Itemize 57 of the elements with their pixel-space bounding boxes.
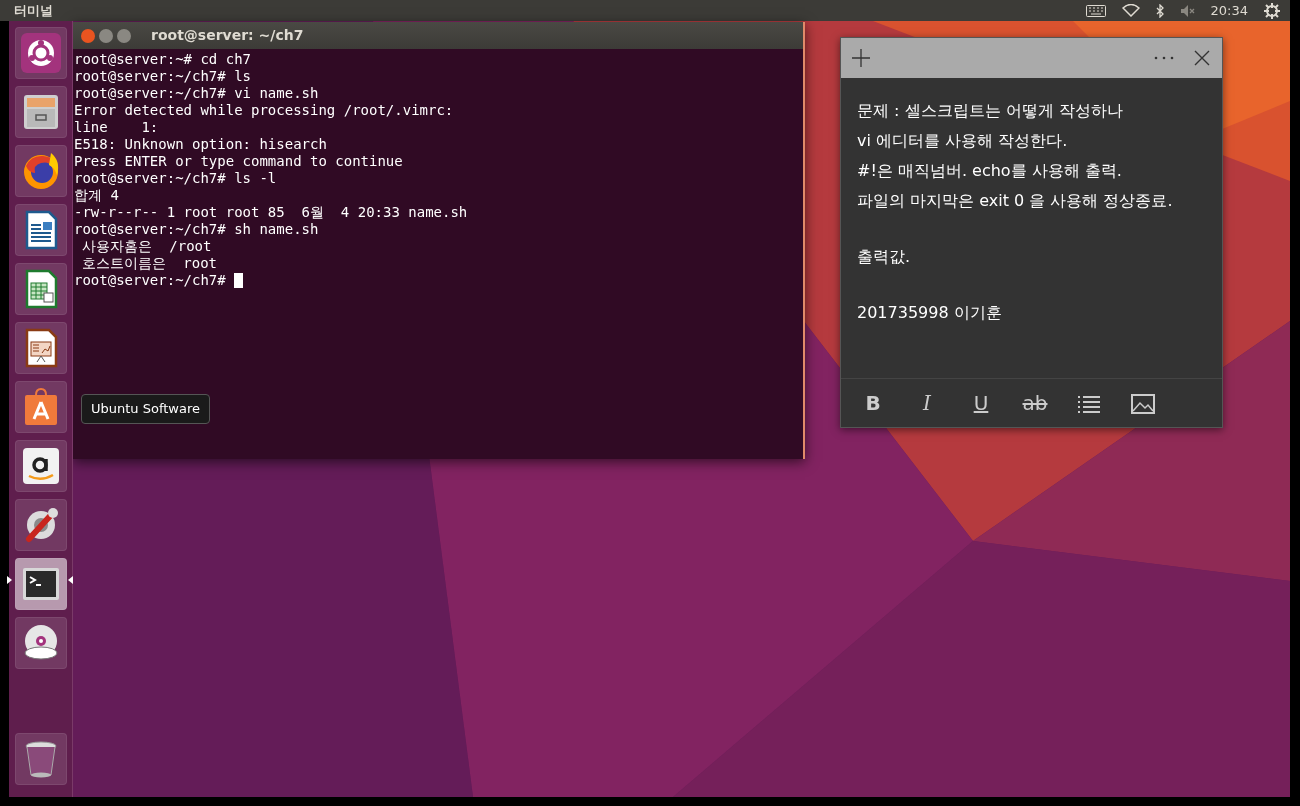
launcher-item[interactable]	[14, 86, 67, 138]
underline-button[interactable]: U	[961, 390, 1001, 415]
minimize-button[interactable]	[99, 28, 113, 43]
launcher-item[interactable]	[14, 558, 67, 610]
power-settings-icon[interactable]	[1264, 2, 1280, 19]
terminal-line: line 1:	[74, 119, 159, 136]
note-body[interactable]: 문제 : 셀스크립트는 어떻게 작성하나 vi 에디터를 사용해 작성한다. #!은 매직넘버. echo를 사용해 출력. 파일의 마지막은 exit 0 을 사용해 정상종료. 출력값. 201735998 이기훈	[841, 78, 1222, 378]
terminal-line: root@server:~/ch7# ls -l	[74, 170, 277, 187]
launcher-item[interactable]	[14, 440, 67, 492]
terminal-line: E518: Unknown option: hisearch	[74, 136, 327, 153]
note-text-line: 출력값.	[857, 246, 911, 268]
launcher-item[interactable]	[14, 263, 67, 315]
launcher-item[interactable]	[14, 499, 67, 551]
note-text-line: 201735998 이기훈	[857, 302, 1002, 324]
launcher-item[interactable]	[14, 733, 67, 785]
clock[interactable]: 20:34	[1210, 0, 1248, 21]
terminal-line: 합계 4	[74, 187, 119, 204]
terminal-line: 사용자홈은 /root	[81, 238, 212, 255]
app-title: 터미널	[14, 1, 53, 20]
terminal-line: root@server:~/ch7# vi name.sh	[74, 85, 319, 102]
maximize-button[interactable]	[117, 28, 131, 43]
terminal-line: 호스트이름은 root	[81, 255, 217, 272]
italic-button[interactable]: I	[907, 390, 947, 415]
note-text-line: #!은 매직넘버. echo를 사용해 출력.	[857, 160, 1122, 182]
focus-arrow-icon	[7, 576, 12, 584]
launcher-item[interactable]	[14, 204, 67, 256]
close-button[interactable]	[81, 28, 95, 43]
tooltip: Ubuntu Software	[81, 394, 211, 424]
launcher-item[interactable]	[14, 381, 67, 433]
keyboard-icon[interactable]	[1085, 4, 1106, 17]
note-text-line: 문제 : 셀스크립트는 어떻게 작성하나	[857, 100, 1123, 122]
more-icon[interactable]	[1154, 56, 1174, 60]
wifi-icon[interactable]	[1121, 4, 1140, 17]
bold-button[interactable]: B	[853, 390, 893, 415]
terminal-line: root@server:~# cd ch7	[74, 51, 251, 68]
terminal-line: Error detected while processing /root/.vimrc:	[74, 102, 454, 119]
launcher-item[interactable]	[14, 27, 67, 79]
ubuntu-logo-icon	[20, 33, 61, 73]
image-icon	[1131, 394, 1155, 414]
plus-icon[interactable]	[851, 48, 871, 68]
terminal-line: root@server:~/ch7#	[74, 272, 227, 289]
terminal-line: -rw-r--r-- 1 root root 85 6월 4 20:33 name.sh	[74, 204, 468, 221]
close-icon[interactable]	[1194, 50, 1210, 66]
note-text-line: 파일의 마지막은 exit 0 을 사용해 정상종료.	[857, 190, 1173, 212]
launcher-item[interactable]	[14, 322, 67, 374]
launcher-item[interactable]	[14, 617, 67, 669]
terminal-line: Press ENTER or type command to continue	[74, 153, 403, 170]
volume-icon[interactable]	[1179, 3, 1195, 18]
list-icon	[1077, 395, 1101, 413]
terminal-line: root@server:~/ch7# ls	[74, 68, 251, 85]
letter-a-smile-icon	[20, 446, 61, 486]
terminal-line: root@server:~/ch7# sh name.sh	[74, 221, 319, 238]
bluetooth-icon[interactable]	[1155, 3, 1164, 18]
note-text-line: vi 에디터를 사용해 작성한다.	[857, 130, 1068, 152]
launcher-item[interactable]	[14, 145, 67, 197]
strikethrough-button[interactable]: ab	[1015, 390, 1055, 415]
window-title: root@server: ~/ch7	[151, 26, 304, 45]
